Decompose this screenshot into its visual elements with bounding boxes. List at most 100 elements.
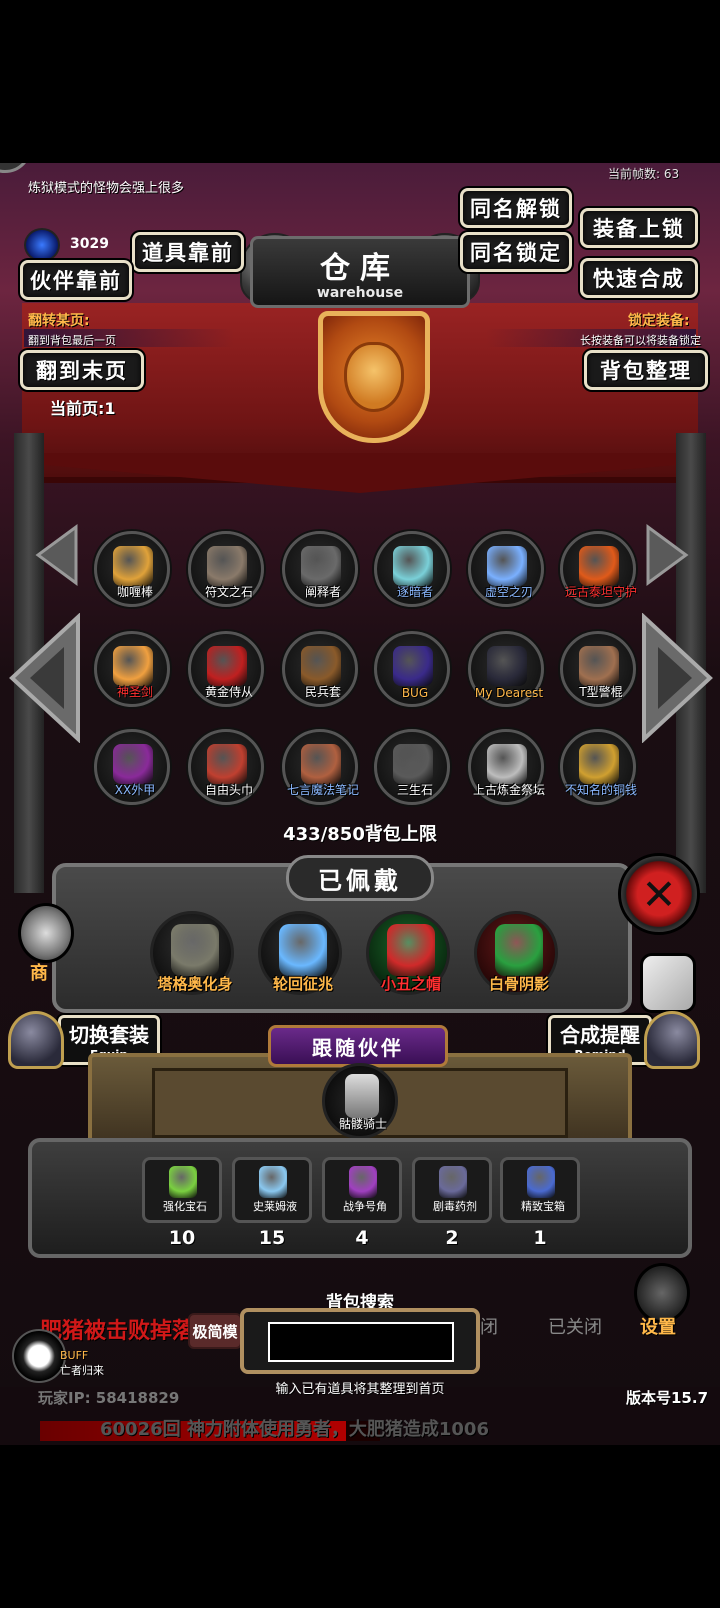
resource-slot[interactable]: 史莱姆液 xyxy=(232,1157,312,1223)
equipped-slot[interactable]: 轮回征兆 xyxy=(258,911,342,995)
resource-name: 史莱姆液 xyxy=(253,1200,297,1213)
item-icon xyxy=(113,546,153,586)
prev-page-arrow-icon[interactable] xyxy=(6,613,82,743)
inventory-slot[interactable]: 逐暗者 xyxy=(374,531,450,607)
to-last-page-button[interactable]: 翻到末页 xyxy=(20,350,144,390)
equipped-slot[interactable]: 塔格奥化身 xyxy=(150,911,234,995)
item-icon xyxy=(487,546,527,586)
equipped-slot[interactable]: 白骨阴影 xyxy=(474,911,558,995)
kill-ticker: 肥猪被击败掉落 xyxy=(40,1319,195,1344)
version-label: 版本号15.7 xyxy=(626,1389,709,1407)
inventory-slot[interactable]: 阐释者 xyxy=(282,531,358,607)
inventory-slot[interactable]: 远古泰坦守护 xyxy=(560,531,637,607)
inventory-slot[interactable]: T型警棍 xyxy=(560,631,636,707)
inventory-slot[interactable]: XX外甲 xyxy=(94,729,170,805)
inventory-slot[interactable]: My Dearest xyxy=(468,631,544,707)
gem-icon xyxy=(24,228,60,262)
inventory-slot[interactable]: 不知名的铜钱 xyxy=(560,729,637,805)
banner-fringe xyxy=(22,453,698,493)
item-icon xyxy=(207,646,247,686)
inventory-slot[interactable]: 七言魔法笔记 xyxy=(282,729,359,805)
shop-label: 商 xyxy=(30,963,48,984)
inventory-slot[interactable]: 三生石 xyxy=(374,729,450,805)
resource-count: 2 xyxy=(445,1227,459,1249)
partner-front-button[interactable]: 伙伴靠前 xyxy=(20,260,132,300)
settings-label[interactable]: 设置 xyxy=(640,1313,676,1339)
closed-label-a: 闭 xyxy=(480,1317,498,1338)
next-page-arrow-icon[interactable] xyxy=(640,613,716,743)
closed-label-b: 已关闭 xyxy=(548,1317,602,1338)
sort-bag-button[interactable]: 背包整理 xyxy=(584,350,708,390)
item-icon xyxy=(487,744,527,784)
resource-name: 战争号角 xyxy=(343,1200,387,1213)
skull-buff-icon[interactable] xyxy=(12,1329,66,1383)
title-en: warehouse xyxy=(316,285,404,301)
resource-slot[interactable]: 强化宝石 xyxy=(142,1157,222,1223)
resource-icon xyxy=(169,1166,197,1198)
inventory-slot[interactable]: BUG xyxy=(374,631,450,707)
next-page-small-arrow-icon[interactable] xyxy=(644,523,692,587)
resource-count: 10 xyxy=(168,1227,196,1249)
item-icon xyxy=(487,646,527,686)
inventory-slot[interactable]: 自由头巾 xyxy=(188,729,264,805)
inventory-slot[interactable]: 咖喱棒 xyxy=(94,531,170,607)
item-name: 不知名的铜钱 xyxy=(564,783,637,797)
resource-count: 15 xyxy=(258,1227,286,1249)
flip-page-label: 翻转某页: xyxy=(28,313,90,329)
close-icon: ✕ xyxy=(641,869,677,919)
item-icon xyxy=(579,744,619,784)
inventory-slot[interactable]: 上古炼金祭坛 xyxy=(468,729,545,805)
item-icon xyxy=(113,646,153,686)
inventory-slot[interactable]: 民兵套 xyxy=(282,631,358,707)
resource-slot[interactable]: 精致宝箱 xyxy=(500,1157,580,1223)
item-icon xyxy=(207,546,247,586)
equipped-slot[interactable]: 小丑之帽 xyxy=(366,911,450,995)
inventory-slot[interactable]: 符文之石 xyxy=(188,531,264,607)
same-name-unlock-button[interactable]: 同名解锁 xyxy=(460,188,572,228)
skeleton-knight-icon xyxy=(345,1074,379,1118)
inventory-slot[interactable]: 神圣剑 xyxy=(94,631,170,707)
search-box xyxy=(240,1308,480,1374)
lion-emblem-icon xyxy=(344,342,404,412)
minimal-mode-button[interactable]: 极简模 xyxy=(188,1313,242,1349)
bag-capacity: 433/850背包上限 xyxy=(283,824,437,845)
equipped-item-icon xyxy=(279,924,327,976)
partner-title: 跟随伙伴 xyxy=(268,1025,448,1067)
equip-lock-button[interactable]: 装备上锁 xyxy=(580,208,698,248)
current-page: 当前页:1 xyxy=(50,399,116,418)
quick-merge-button[interactable]: 快速合成 xyxy=(580,258,698,298)
item-icon xyxy=(113,744,153,784)
resource-count: 1 xyxy=(533,1227,547,1249)
player-ip: 玩家IP: 58418829 xyxy=(38,1389,180,1407)
item-icon xyxy=(207,744,247,784)
equipped-title: 已佩戴 xyxy=(286,855,434,901)
shop-icon[interactable] xyxy=(18,903,74,963)
broadcast-ticker: 60026回 神力附体使用勇者，大肥猪造成1006 xyxy=(100,1419,489,1440)
resource-icon xyxy=(439,1166,467,1198)
lock-equip-label: 锁定装备: xyxy=(628,313,690,329)
item-icon xyxy=(393,744,433,784)
item-icon xyxy=(393,646,433,686)
same-name-lock-button[interactable]: 同名锁定 xyxy=(460,232,572,272)
prev-page-small-arrow-icon[interactable] xyxy=(32,523,80,587)
inventory-slot[interactable]: 黄金侍从 xyxy=(188,631,264,707)
resource-slot[interactable]: 剧毒药剂 xyxy=(412,1157,492,1223)
equipped-item-icon xyxy=(387,924,435,976)
search-input[interactable] xyxy=(268,1322,454,1362)
dice-icon[interactable] xyxy=(640,953,696,1013)
mode-hint: 炼狱模式的怪物会强上很多 xyxy=(28,181,185,196)
item-icon xyxy=(579,646,619,686)
lion-crest xyxy=(318,311,430,443)
equipped-item-name: 小丑之帽 xyxy=(380,975,441,993)
item-icon xyxy=(579,546,619,586)
items-front-button[interactable]: 道具靠前 xyxy=(132,232,244,272)
switch-set-label: 切换套装 xyxy=(69,1022,149,1047)
close-button[interactable]: ✕ xyxy=(618,853,700,935)
resource-icon xyxy=(259,1166,287,1198)
floating-menu-button[interactable] xyxy=(0,163,32,173)
inventory-slot[interactable]: 虚空之刃 xyxy=(468,531,544,607)
resource-slot[interactable]: 战争号角 xyxy=(322,1157,402,1223)
warehouse-title: 仓库 warehouse xyxy=(250,236,470,308)
lock-equip-sub: 长按装备可以将装备锁定 xyxy=(580,334,701,347)
partner-slot[interactable]: 骷髅骑士 xyxy=(322,1063,398,1139)
